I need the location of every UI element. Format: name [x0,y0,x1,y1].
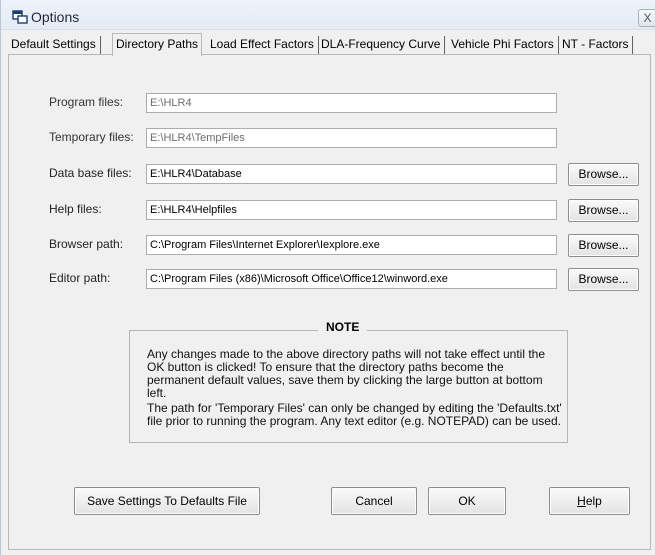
browse-database-button[interactable]: Browse... [568,163,639,186]
help-button-accelerator: H [577,494,586,508]
window-title: Options [31,9,80,25]
tab-vehicle-phi-factors[interactable]: Vehicle Phi Factors [451,36,559,55]
ok-button[interactable]: OK [428,487,506,515]
cancel-button[interactable]: Cancel [331,487,417,515]
help-button-label: elp [585,494,602,508]
save-defaults-button[interactable]: Save Settings To Defaults File [74,487,260,515]
program-files-label: Program files: [49,95,124,109]
browse-editor-button[interactable]: Browse... [568,268,639,291]
temporary-files-label: Temporary files: [49,130,134,144]
tab-default-settings[interactable]: Default Settings [11,36,101,55]
help-files-label: Help files: [49,202,102,216]
close-icon: X [643,11,652,25]
editor-path-label: Editor path: [49,271,111,285]
database-files-field[interactable]: E:\HLR4\Database [146,164,557,184]
options-window: Options X Default Settings Directory Pat… [0,0,655,555]
program-files-field: E:\HLR4 [146,93,557,113]
browse-browser-button[interactable]: Browse... [568,234,639,257]
tab-strip: Default Settings Directory Paths Load Ef… [1,33,655,56]
help-files-field[interactable]: E:\HLR4\Helpfiles [146,200,557,220]
tab-load-effect-factors[interactable]: Load Effect Factors [210,36,319,55]
database-files-label: Data base files: [49,166,132,180]
browser-path-label: Browser path: [49,237,124,251]
browse-help-button[interactable]: Browse... [568,199,639,222]
help-button[interactable]: Help [549,487,630,515]
tab-dla-frequency-curve[interactable]: DLA-Frequency Curve [321,36,446,55]
close-button[interactable]: X [638,9,655,27]
editor-path-field[interactable]: C:\Program Files (x86)\Microsoft Office\… [146,269,557,289]
app-icon [12,10,28,24]
note-title: NOTE [318,320,368,334]
note-paragraph-1: Any changes made to the above directory … [147,347,546,400]
title-bar: Options X [1,0,655,30]
tab-directory-paths[interactable]: Directory Paths [112,33,203,56]
tab-nt-factors[interactable]: NT - Factors [562,36,634,55]
temporary-files-field: E:\HLR4\TempFiles [146,128,557,148]
note-paragraph-2: The path for 'Temporary Files' can only … [147,401,562,428]
browser-path-field[interactable]: C:\Program Files\Internet Explorer\Iexpl… [146,235,557,255]
